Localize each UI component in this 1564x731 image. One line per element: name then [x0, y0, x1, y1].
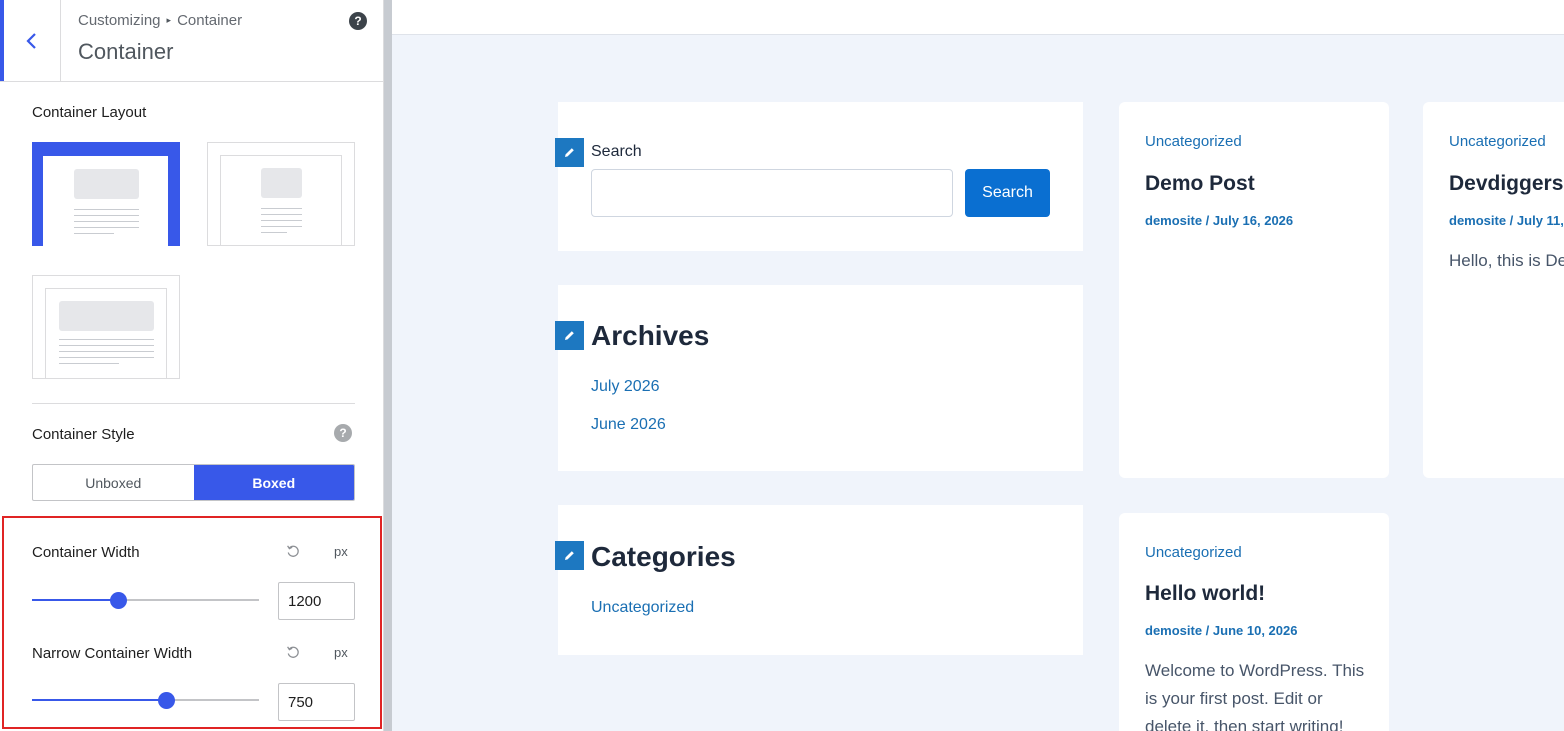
- category-link[interactable]: Uncategorized: [591, 599, 694, 617]
- layout-option-boxed[interactable]: [32, 142, 180, 246]
- categories-title: Categories: [591, 541, 736, 572]
- container-layout-label: Container Layout: [32, 104, 147, 121]
- edit-shortcut-button[interactable]: [555, 138, 584, 167]
- post-title[interactable]: Demo Post: [1145, 172, 1255, 196]
- post-excerpt: Welcome to WordPress. This is your first…: [1145, 661, 1365, 731]
- search-button[interactable]: Search: [965, 169, 1050, 217]
- back-button[interactable]: [0, 0, 61, 81]
- post-category[interactable]: Uncategorized: [1449, 133, 1546, 150]
- archive-link[interactable]: July 2026: [591, 378, 660, 396]
- site-header: [392, 0, 1564, 35]
- slider-fill: [32, 599, 119, 601]
- divider: [32, 403, 355, 404]
- narrow-width-slider[interactable]: [32, 692, 259, 709]
- post-card: Uncategorized Demo Post demosite / July …: [1119, 102, 1389, 478]
- edit-shortcut-button[interactable]: [555, 321, 584, 350]
- slider-fill: [32, 699, 166, 701]
- edit-shortcut-button[interactable]: [555, 541, 584, 570]
- style-option-boxed[interactable]: Boxed: [193, 465, 354, 500]
- sidebar-scrollbar[interactable]: [384, 0, 392, 731]
- post-category[interactable]: Uncategorized: [1145, 544, 1242, 561]
- breadcrumb-current: Container: [177, 12, 243, 29]
- post-title[interactable]: Hello world!: [1145, 582, 1265, 606]
- categories-widget: [558, 505, 1083, 655]
- container-width-input[interactable]: [278, 582, 355, 620]
- reset-icon[interactable]: [286, 544, 300, 558]
- breadcrumb: Customizing ▸ Container: [78, 12, 242, 29]
- post-excerpt: Hello, this is Dev: [1449, 251, 1564, 270]
- pencil-icon: [565, 551, 574, 560]
- sidebar-header: Customizing ▸ Container Container ?: [0, 0, 383, 82]
- narrow-width-input[interactable]: [278, 683, 355, 721]
- customizer-sidebar: Customizing ▸ Container Container ? Cont…: [0, 0, 384, 731]
- search-input[interactable]: [591, 169, 953, 217]
- layout-option-narrow[interactable]: [207, 142, 355, 246]
- container-width-slider[interactable]: [32, 592, 259, 609]
- pencil-icon: [565, 148, 574, 157]
- reset-icon[interactable]: [286, 645, 300, 659]
- archives-title: Archives: [591, 320, 710, 351]
- container-width-label: Container Width: [32, 544, 140, 561]
- slider-thumb[interactable]: [157, 692, 175, 709]
- post-meta: demosite / July 11,: [1449, 213, 1564, 228]
- container-style-toggle: Unboxed Boxed: [32, 464, 355, 501]
- post-category[interactable]: Uncategorized: [1145, 133, 1242, 150]
- slider-thumb[interactable]: [110, 592, 128, 609]
- narrow-width-label: Narrow Container Width: [32, 645, 193, 662]
- unit-label: px: [334, 645, 348, 660]
- post-card: Uncategorized Devdiggers demosite / July…: [1423, 102, 1564, 478]
- post-meta: demosite / June 10, 2026: [1145, 623, 1298, 638]
- help-icon[interactable]: ?: [334, 424, 352, 442]
- search-widget-label: Search: [591, 143, 642, 160]
- breadcrumb-separator-icon: ▸: [166, 15, 172, 25]
- panel-title: Container: [78, 39, 174, 64]
- chevron-left-icon: [26, 32, 36, 49]
- style-option-unboxed[interactable]: Unboxed: [33, 465, 194, 500]
- container-style-label: Container Style: [32, 426, 135, 443]
- post-meta: demosite / July 16, 2026: [1145, 213, 1294, 228]
- post-card: Uncategorized Hello world! demosite / Ju…: [1119, 513, 1389, 731]
- post-title[interactable]: Devdiggers: [1449, 172, 1563, 196]
- breadcrumb-root: Customizing: [78, 12, 161, 29]
- archive-link[interactable]: June 2026: [591, 416, 666, 434]
- layout-option-full-width[interactable]: [32, 275, 180, 379]
- help-icon[interactable]: ?: [349, 12, 367, 30]
- pencil-icon: [565, 331, 574, 340]
- unit-label: px: [334, 544, 348, 559]
